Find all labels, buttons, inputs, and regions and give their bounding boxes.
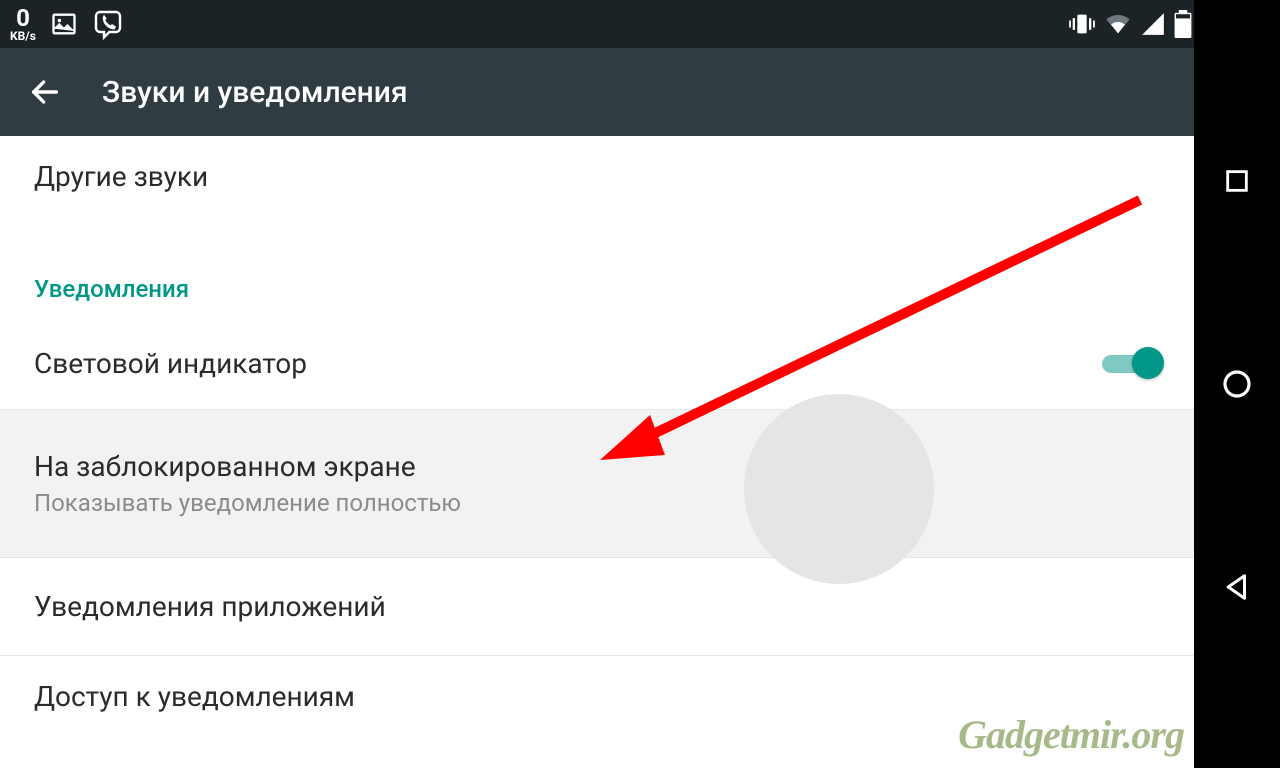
- cell-signal-icon: [1140, 11, 1166, 37]
- viber-icon: [92, 8, 124, 40]
- row-notification-access[interactable]: Доступ к уведомлениям: [0, 656, 1194, 737]
- row-other-sounds[interactable]: Другие звуки: [0, 136, 1194, 217]
- row-title: Световой индикатор: [34, 347, 307, 380]
- speed-unit: KB/s: [10, 30, 36, 42]
- network-speed-indicator: 0 KB/s: [10, 6, 36, 42]
- status-left: 0 KB/s: [10, 6, 124, 42]
- system-nav-bar: [1194, 0, 1280, 768]
- section-header-notifications: Уведомления: [0, 217, 1194, 317]
- row-title: Уведомления приложений: [34, 590, 386, 623]
- row-subtitle: Показывать уведомление полностью: [34, 489, 461, 517]
- picture-icon: [50, 10, 78, 38]
- led-toggle[interactable]: [1102, 345, 1160, 381]
- screen: 0 KB/s 22:54: [0, 0, 1280, 768]
- battery-icon: [1174, 10, 1192, 38]
- section-title: Уведомления: [34, 275, 189, 303]
- switch-thumb: [1132, 347, 1164, 379]
- row-title: Другие звуки: [34, 160, 208, 193]
- row-title: Доступ к уведомлениям: [34, 680, 355, 713]
- row-title: На заблокированном экране: [34, 450, 416, 483]
- touch-ripple: [744, 394, 934, 584]
- row-led-indicator[interactable]: Световой индикатор: [0, 317, 1194, 409]
- nav-back-button[interactable]: [1217, 567, 1257, 607]
- wifi-icon: [1104, 10, 1132, 38]
- nav-home-button[interactable]: [1217, 364, 1257, 404]
- status-bar: 0 KB/s 22:54: [0, 0, 1280, 48]
- settings-list: Другие звуки Уведомления Световой индика…: [0, 136, 1194, 737]
- app-header: Звуки и уведомления: [0, 48, 1280, 136]
- vibrate-icon: [1068, 10, 1096, 38]
- speed-value: 0: [16, 6, 30, 30]
- page-title: Звуки и уведомления: [102, 75, 408, 110]
- row-app-notifications[interactable]: Уведомления приложений: [0, 558, 1194, 656]
- back-arrow-icon[interactable]: [28, 75, 62, 109]
- nav-recent-button[interactable]: [1217, 161, 1257, 201]
- row-lock-screen-notifications[interactable]: На заблокированном экране Показывать уве…: [0, 409, 1194, 558]
